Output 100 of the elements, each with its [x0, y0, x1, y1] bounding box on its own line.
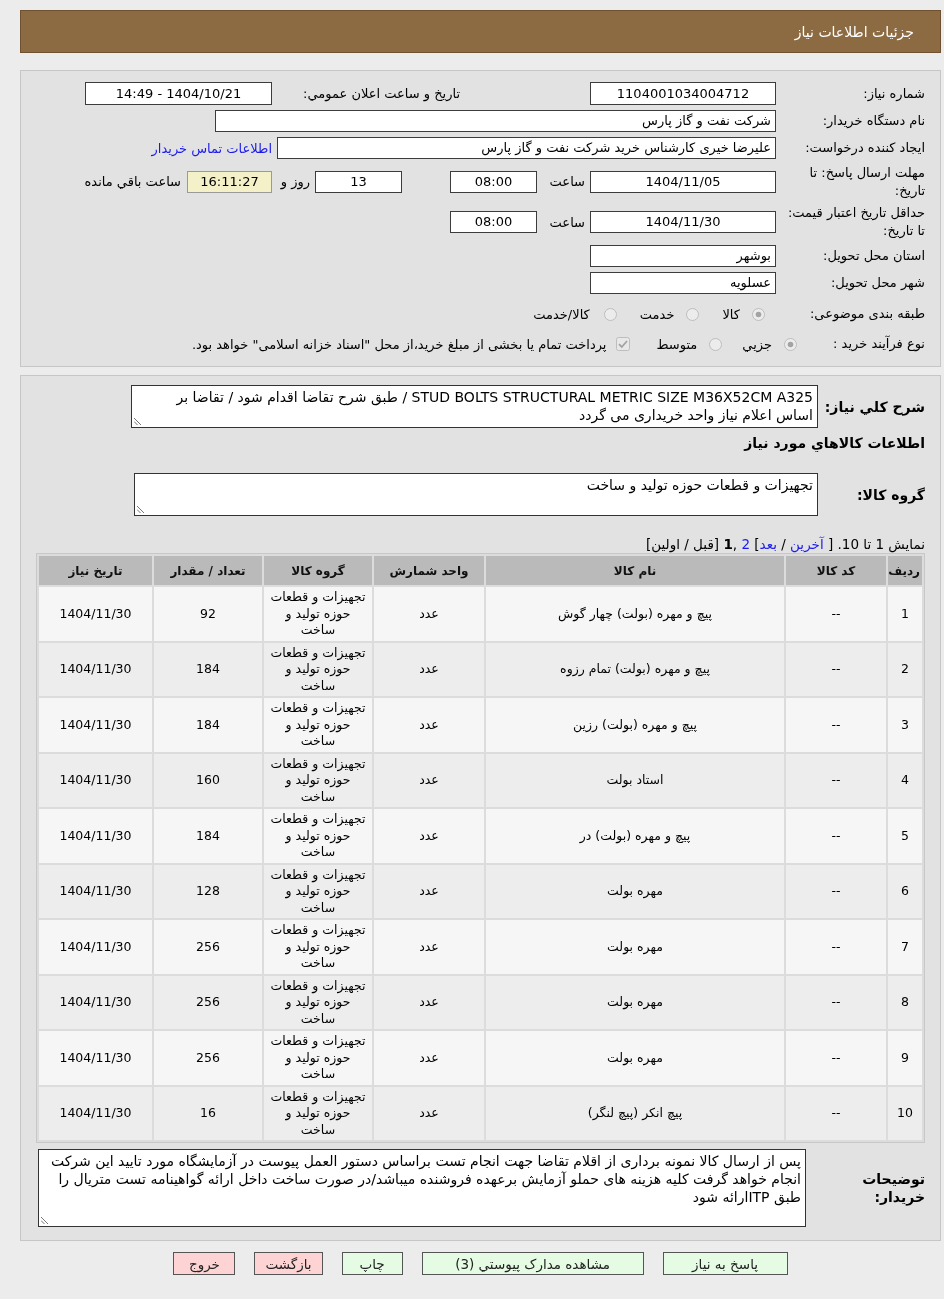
- table-cell: 4: [888, 753, 922, 807]
- remaining-label: ساعت باقي مانده: [84, 174, 181, 189]
- date-field[interactable]: 1404/11/05: [590, 170, 776, 193]
- table-cell: 128: [154, 864, 262, 918]
- time-field[interactable]: 08:00: [450, 170, 537, 193]
- action-button[interactable]: مشاهده مدارک پیوستي (3): [421, 1252, 644, 1275]
- table-cell: 1404/11/30: [39, 698, 152, 752]
- buyer-org-field[interactable]: شرکت نفت و گاز پارس: [215, 110, 776, 132]
- field-label: تاریخ و ساعت اعلان عمومي:: [302, 86, 460, 101]
- column-header: گروه کالا: [264, 556, 372, 585]
- table-cell: 184: [154, 809, 262, 863]
- table-cell: 1404/11/30: [39, 642, 152, 696]
- field-label: شهر محل تحویل:: [829, 274, 925, 292]
- table-cell: عدد: [374, 809, 484, 863]
- buyer-contact-link[interactable]: اطلاعات تماس خریدار: [151, 140, 272, 156]
- option-label: جزيي: [742, 336, 772, 352]
- table-cell: 10: [888, 1086, 922, 1140]
- table-cell: 1404/11/30: [39, 1031, 152, 1085]
- field-label: حداقل تاریخ اعتبار قیمت: تا تاریخ:: [786, 204, 925, 240]
- table-cell: 1404/11/30: [39, 1086, 152, 1140]
- action-button[interactable]: بازگشت: [254, 1252, 323, 1275]
- treasury-payment-text: پرداخت تمام یا بخشی از مبلغ خرید،از محل "اسناد خزانه اسلامی" خواهد بود.: [191, 336, 607, 352]
- days-field[interactable]: 13: [315, 170, 402, 193]
- table-cell: 2: [888, 642, 922, 696]
- need-number-field[interactable]: 1104001034004712: [590, 82, 776, 105]
- table-cell: 256: [154, 920, 262, 974]
- table-cell: 184: [154, 642, 262, 696]
- page-title: جزئیات اطلاعات نیاز: [794, 23, 914, 40]
- option-label: خدمت: [639, 306, 675, 322]
- time-field[interactable]: 08:00: [450, 211, 537, 233]
- table-cell: --: [786, 864, 886, 918]
- column-header: واحد شمارش: [374, 556, 484, 585]
- table-cell: تجهیزات و قطعات حوزه تولید و ساخت: [264, 809, 372, 863]
- table-cell: عدد: [374, 920, 484, 974]
- table-cell: پیچ و مهره (بولت) چهار گوش: [486, 587, 784, 641]
- field-label: استان محل تحویل:: [822, 247, 925, 265]
- table-cell: عدد: [374, 1086, 484, 1140]
- resize-grip-icon[interactable]: [134, 417, 142, 425]
- table-cell: عدد: [374, 642, 484, 696]
- buyer-notes-field[interactable]: پس از ارسال کالا نمونه برداری از اقلام تقاضا جهت انجام تست براساس دستور العمل پیوست در آزمایشگاه مورد تایید این شرکت انجام خواهد گرفت کلیه هزینه های حملو آزمایش برعهده فروشنده میباشد/در صورت ساخت داخل ارائه گواهینامه تست متریال را طبق ITPارائه شود: [38, 1149, 806, 1227]
- table-cell: 1: [888, 587, 922, 641]
- table-cell: پیچ و مهره (بولت) رزین: [486, 698, 784, 752]
- table-cell: عدد: [374, 864, 484, 918]
- table-cell: استاد بولت: [486, 753, 784, 807]
- table-cell: --: [786, 975, 886, 1029]
- pagination-link[interactable]: بعد: [759, 536, 777, 552]
- time-label: ساعت: [548, 214, 585, 230]
- table-cell: 6: [888, 864, 922, 918]
- action-button[interactable]: چاپ: [341, 1252, 403, 1275]
- resize-grip-icon[interactable]: [137, 505, 145, 513]
- province-field[interactable]: بوشهر: [590, 245, 776, 267]
- goods-group-field[interactable]: تجهیزات و قطعات حوزه تولید و ساخت: [134, 473, 818, 516]
- table-cell: عدد: [374, 698, 484, 752]
- option-label: کالا: [722, 306, 740, 322]
- remaining-time-field[interactable]: 16:11:27: [187, 170, 272, 193]
- table-cell: --: [786, 1031, 886, 1085]
- table-cell: --: [786, 642, 886, 696]
- table-cell: عدد: [374, 587, 484, 641]
- days-label: روز و: [279, 174, 310, 189]
- table-cell: تجهیزات و قطعات حوزه تولید و ساخت: [264, 975, 372, 1029]
- table-cell: مهره بولت: [486, 975, 784, 1029]
- column-header: تاریخ نیاز: [39, 556, 152, 585]
- field-label: ایجاد کننده درخواست:: [804, 139, 925, 157]
- table-cell: تجهیزات و قطعات حوزه تولید و ساخت: [264, 642, 372, 696]
- table-cell: مهره بولت: [486, 1031, 784, 1085]
- column-header: ردیف: [888, 556, 922, 585]
- action-button[interactable]: خروج: [173, 1252, 236, 1275]
- table-cell: 1404/11/30: [39, 753, 152, 807]
- field-label: مهلت ارسال پاسخ: تا تاریخ:: [808, 163, 925, 200]
- pagination-link[interactable]: 2: [741, 536, 751, 552]
- option-label: متوسط: [656, 336, 698, 352]
- field-label: شماره نیاز:: [862, 84, 925, 103]
- table-cell: تجهیزات و قطعات حوزه تولید و ساخت: [264, 864, 372, 918]
- description-field[interactable]: STUD BOLTS STRUCTURAL METRIC SIZE M36X52CM A325 / طبق شرح تقاضا اقدام شود / تقاضا بر اساس اعلام نیاز واحد خریداری می گردد: [131, 385, 818, 428]
- field-label: شرح کلي نیاز:: [824, 397, 925, 416]
- announce-datetime-field[interactable]: 1404/10/21 - 14:49: [85, 82, 272, 105]
- pagination-link[interactable]: آخرین: [790, 536, 824, 552]
- option-label: کالا/خدمت: [533, 306, 590, 322]
- table-cell: 256: [154, 975, 262, 1029]
- column-header: نام کالا: [486, 556, 784, 585]
- table-cell: 92: [154, 587, 262, 641]
- table-cell: 1404/11/30: [39, 809, 152, 863]
- table-cell: مهره بولت: [486, 920, 784, 974]
- field-label: نام دستگاه خریدار:: [821, 112, 925, 130]
- table-cell: 5: [888, 809, 922, 863]
- field-label: گروه کالا:: [855, 485, 925, 504]
- date-field[interactable]: 1404/11/30: [590, 211, 776, 233]
- table-cell: تجهیزات و قطعات حوزه تولید و ساخت: [264, 1086, 372, 1140]
- table-cell: 256: [154, 1031, 262, 1085]
- table-cell: 1404/11/30: [39, 920, 152, 974]
- table-cell: --: [786, 587, 886, 641]
- city-field[interactable]: عسلویه: [590, 272, 776, 294]
- table-cell: 7: [888, 920, 922, 974]
- requester-field[interactable]: علیرضا خیری کارشناس خرید شرکت نفت و گاز پارس: [277, 137, 776, 159]
- resize-grip-icon[interactable]: [41, 1216, 49, 1224]
- action-button[interactable]: پاسخ به نیاز: [662, 1252, 788, 1275]
- table-cell: تجهیزات و قطعات حوزه تولید و ساخت: [264, 587, 372, 641]
- table-cell: مهره بولت: [486, 864, 784, 918]
- table-cell: عدد: [374, 1031, 484, 1085]
- table-cell: 8: [888, 975, 922, 1029]
